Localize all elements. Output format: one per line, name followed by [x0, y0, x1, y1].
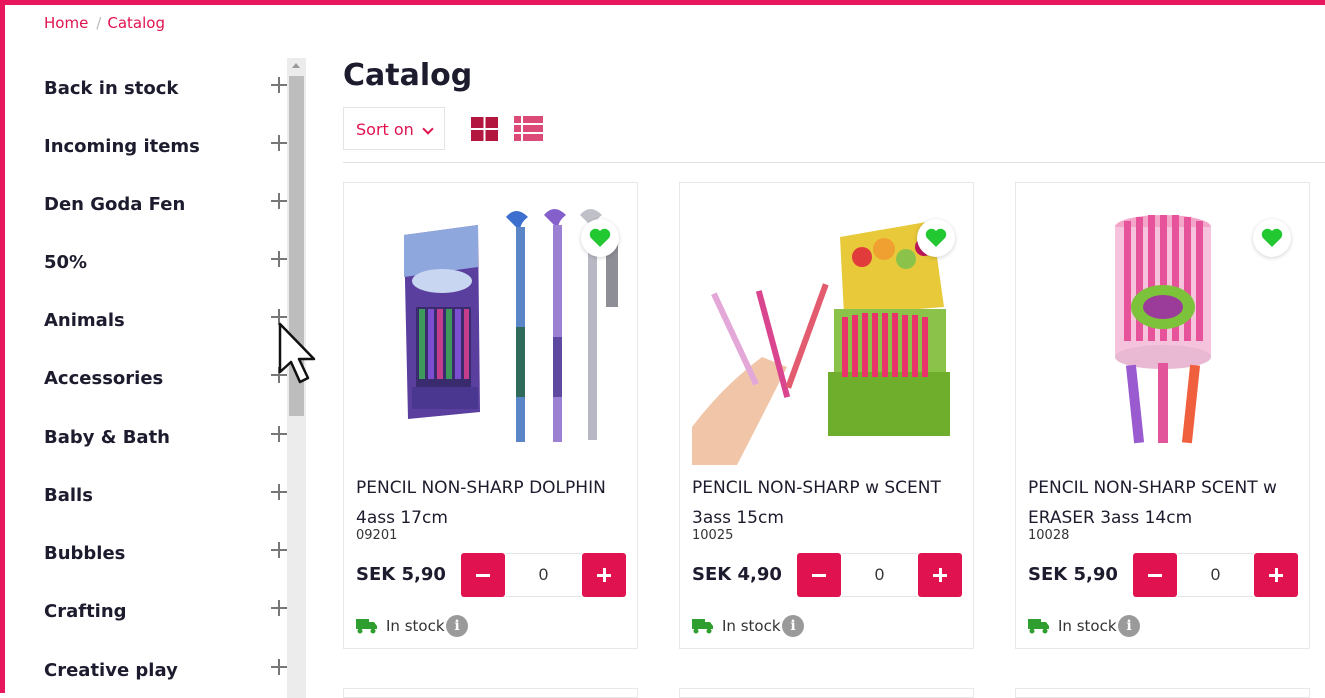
product-sku: 10025	[692, 528, 734, 543]
sidebar-item-back-in-stock[interactable]: Back in stock	[44, 72, 290, 102]
sidebar-item-accessories[interactable]: Accessories	[44, 362, 290, 392]
expand-plus-icon[interactable]	[270, 425, 288, 443]
product-name[interactable]: PENCIL NON-SHARP w SCENT 3ass 15cm	[692, 473, 968, 533]
heart-icon	[589, 228, 611, 247]
page-title: Catalog	[343, 58, 473, 93]
product-name[interactable]: PENCIL NON-SHARP SCENT w ERASER 3ass 14c…	[1028, 473, 1304, 533]
truck-icon	[692, 619, 713, 634]
product-sku: 10028	[1028, 528, 1070, 543]
product-card-next-row[interactable]	[1015, 688, 1310, 698]
breadcrumb-separator: /	[96, 14, 102, 32]
sidebar-item-label: Back in stock	[44, 78, 179, 99]
decrease-quantity-button[interactable]	[797, 553, 841, 597]
product-card-next-row[interactable]	[343, 688, 638, 698]
info-icon[interactable]: i	[446, 615, 468, 637]
expand-plus-icon[interactable]	[270, 250, 288, 268]
favorite-heart-button[interactable]	[917, 219, 955, 257]
product-price: SEK 5,90	[1028, 564, 1118, 585]
expand-plus-icon[interactable]	[270, 599, 288, 617]
sidebar-item-crafting[interactable]: Crafting	[44, 595, 290, 625]
sidebar-item-50-percent[interactable]: 50%	[44, 246, 290, 276]
toolbar-divider	[343, 162, 1325, 163]
truck-icon	[1028, 619, 1049, 634]
expand-plus-icon[interactable]	[270, 192, 288, 210]
sidebar-item-animals[interactable]: Animals	[44, 304, 290, 334]
info-icon[interactable]: i	[782, 615, 804, 637]
stock-text: In stock	[722, 617, 781, 635]
sidebar-item-label: Incoming items	[44, 136, 200, 157]
sidebar-item-label: 50%	[44, 252, 88, 273]
quantity-input[interactable]: 0	[1177, 553, 1254, 597]
sidebar-item-creative-play[interactable]: Creative play	[44, 654, 290, 684]
increase-quantity-button[interactable]	[1254, 553, 1298, 597]
breadcrumb-home[interactable]: Home	[44, 14, 88, 32]
quantity-input[interactable]: 0	[505, 553, 582, 597]
sidebar-item-label: Accessories	[44, 368, 164, 389]
expand-plus-icon[interactable]	[270, 134, 288, 152]
product-sku: 09201	[356, 528, 398, 543]
product-card[interactable]: PENCIL NON-SHARP SCENT w ERASER 3ass 14c…	[1015, 182, 1310, 649]
sidebar-item-label: Baby & Bath	[44, 427, 170, 448]
expand-plus-icon[interactable]	[270, 483, 288, 501]
expand-plus-icon[interactable]	[270, 541, 288, 559]
increase-quantity-button[interactable]	[918, 553, 962, 597]
chevron-down-icon	[422, 123, 434, 135]
expand-plus-icon[interactable]	[270, 658, 288, 676]
sidebar-item-incoming-items[interactable]: Incoming items	[44, 130, 290, 160]
scroll-up-arrow-icon[interactable]	[292, 63, 300, 68]
product-card[interactable]: PENCIL NON-SHARP w SCENT 3ass 15cm 10025…	[679, 182, 974, 649]
quantity-input[interactable]: 0	[841, 553, 918, 597]
decrease-quantity-button[interactable]	[1133, 553, 1177, 597]
increase-quantity-button[interactable]	[582, 553, 626, 597]
mouse-cursor-icon	[278, 322, 316, 384]
sidebar-item-label: Animals	[44, 310, 125, 331]
heart-icon	[925, 228, 947, 247]
favorite-heart-button[interactable]	[1253, 219, 1291, 257]
sidebar-item-label: Crafting	[44, 601, 127, 622]
product-card-next-row[interactable]	[679, 688, 974, 698]
sort-dropdown[interactable]: Sort on	[343, 107, 445, 150]
sidebar-item-label: Creative play	[44, 660, 178, 681]
sidebar-item-label: Bubbles	[44, 543, 126, 564]
expand-plus-icon[interactable]	[270, 76, 288, 94]
stock-text: In stock	[386, 617, 445, 635]
sidebar-item-den-goda-fen[interactable]: Den Goda Fen	[44, 188, 290, 218]
quantity-stepper: 0	[1133, 553, 1298, 597]
sort-label: Sort on	[356, 120, 414, 139]
sidebar-item-bubbles[interactable]: Bubbles	[44, 537, 290, 567]
list-view-icon[interactable]	[514, 116, 543, 141]
sidebar-item-baby-and-bath[interactable]: Baby & Bath	[44, 421, 290, 451]
sidebar-item-balls[interactable]: Balls	[44, 479, 290, 509]
product-name[interactable]: PENCIL NON-SHARP DOLPHIN 4ass 17cm	[356, 473, 632, 533]
category-sidebar: Back in stock Incoming items Den Goda Fe…	[0, 58, 306, 698]
grid-view-icon[interactable]	[471, 117, 498, 141]
product-price: SEK 5,90	[356, 564, 446, 585]
breadcrumb: Home / Catalog	[44, 14, 165, 32]
sidebar-item-label: Balls	[44, 485, 93, 506]
decrease-quantity-button[interactable]	[461, 553, 505, 597]
favorite-heart-button[interactable]	[581, 219, 619, 257]
truck-icon	[356, 619, 377, 634]
info-icon[interactable]: i	[1118, 615, 1140, 637]
heart-icon	[1261, 228, 1283, 247]
top-accent-border	[0, 0, 1325, 5]
stock-text: In stock	[1058, 617, 1117, 635]
sidebar-item-label: Den Goda Fen	[44, 194, 186, 215]
quantity-stepper: 0	[461, 553, 626, 597]
product-card[interactable]: PENCIL NON-SHARP DOLPHIN 4ass 17cm 09201…	[343, 182, 638, 649]
product-price: SEK 4,90	[692, 564, 782, 585]
breadcrumb-current[interactable]: Catalog	[107, 14, 165, 32]
quantity-stepper: 0	[797, 553, 962, 597]
